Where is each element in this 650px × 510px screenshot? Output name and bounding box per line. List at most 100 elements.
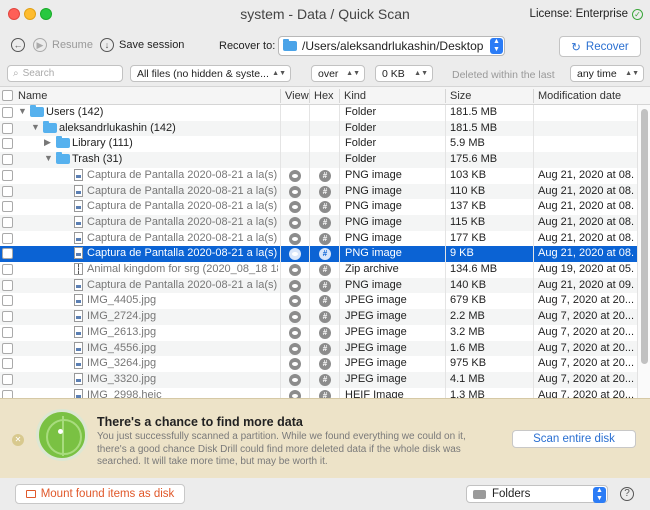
- hex-view-icon[interactable]: #: [319, 248, 331, 261]
- table-row[interactable]: # IMG_2613.jpg JPEG image 3.2 MB Aug 7, 2020…: [0, 325, 637, 341]
- license-status[interactable]: License: Enterprise ✓: [530, 8, 643, 20]
- mount-as-disk-button[interactable]: Mount found items as disk: [15, 484, 185, 504]
- save-session-button[interactable]: ↓ Save session: [100, 38, 184, 52]
- row-checkbox[interactable]: [2, 311, 13, 323]
- row-checkbox[interactable]: [2, 232, 13, 244]
- close-icon[interactable]: ✕: [12, 434, 24, 446]
- size-value-select[interactable]: 0 KB ▲▼: [375, 65, 433, 82]
- hex-view-icon[interactable]: #: [319, 389, 331, 398]
- row-checkbox[interactable]: [2, 122, 13, 134]
- scrollbar-thumb[interactable]: [641, 109, 648, 364]
- hex-view-icon[interactable]: #: [319, 185, 331, 198]
- image-file-icon: [74, 278, 83, 291]
- back-button[interactable]: ←: [11, 38, 25, 52]
- hex-view-icon[interactable]: #: [319, 279, 331, 292]
- recover-path-select[interactable]: /Users/aleksandrlukashin/Desktop ▲ ▼: [278, 36, 505, 56]
- select-all-checkbox[interactable]: [2, 90, 13, 101]
- hex-view-icon[interactable]: #: [319, 295, 331, 308]
- table-row[interactable]: # Captura de Pantalla 2020-08-21 a la(s).…: [0, 183, 637, 200]
- disclosure-expanded-icon[interactable]: ▼: [18, 106, 27, 116]
- table-row[interactable]: # IMG_4405.jpg JPEG image 679 KB Aug 7, 2020…: [0, 293, 637, 309]
- table-row[interactable]: ▼ aleksandrlukashin (142) Folder 181.5 MB: [0, 120, 637, 137]
- column-modification-date[interactable]: Modification date: [538, 90, 621, 102]
- row-checkbox[interactable]: [2, 295, 13, 307]
- preview-eye-icon[interactable]: [289, 264, 301, 276]
- hex-view-icon[interactable]: #: [319, 326, 331, 339]
- column-kind[interactable]: Kind: [344, 90, 366, 102]
- hex-view-icon[interactable]: #: [319, 216, 331, 229]
- preview-eye-icon[interactable]: [289, 216, 301, 229]
- table-row[interactable]: # IMG_2724.jpg JPEG image 2.2 MB Aug 7, 2020…: [0, 309, 637, 325]
- disclosure-expanded-icon[interactable]: ▼: [44, 153, 53, 163]
- search-input[interactable]: ⌕ Search: [7, 65, 123, 82]
- time-range-select[interactable]: any time ▲▼: [570, 65, 644, 82]
- row-checkbox[interactable]: [2, 201, 13, 213]
- preview-eye-icon[interactable]: [289, 248, 301, 261]
- preview-eye-icon[interactable]: [289, 311, 301, 324]
- hex-view-icon[interactable]: #: [319, 342, 331, 355]
- file-kind: PNG image: [345, 231, 402, 244]
- table-row[interactable]: # IMG_4556.jpg JPEG image 1.6 MB Aug 7, 2020…: [0, 340, 637, 357]
- row-checkbox[interactable]: [2, 185, 13, 197]
- preview-eye-icon[interactable]: [289, 326, 301, 339]
- preview-eye-icon[interactable]: [289, 169, 301, 182]
- hex-view-icon[interactable]: #: [319, 358, 331, 371]
- resume-button[interactable]: ▶ Resume: [33, 38, 93, 52]
- table-row[interactable]: ▼ Users (142) Folder 181.5 MB: [0, 105, 637, 121]
- preview-eye-icon[interactable]: [289, 342, 301, 355]
- hex-view-icon[interactable]: #: [319, 264, 331, 276]
- table-row[interactable]: # Captura de Pantalla 2020-08-21 a la(s).…: [0, 231, 637, 247]
- table-row[interactable]: # IMG_2998.heic HEIF Image 1.3 MB Aug 7, 202…: [0, 388, 637, 398]
- scan-entire-disk-button[interactable]: Scan entire disk: [512, 430, 636, 448]
- row-checkbox[interactable]: [2, 154, 13, 166]
- preview-eye-icon[interactable]: [289, 201, 301, 214]
- hex-view-icon[interactable]: #: [319, 232, 331, 245]
- preview-eye-icon[interactable]: [289, 373, 301, 386]
- row-checkbox[interactable]: [2, 389, 13, 398]
- recover-button[interactable]: ↻ Recover: [559, 36, 641, 57]
- row-checkbox[interactable]: [2, 264, 13, 275]
- preview-eye-icon[interactable]: [289, 389, 301, 398]
- table-row[interactable]: # Captura de Pantalla 2020-08-21 a la(s).…: [0, 246, 637, 262]
- help-button[interactable]: ?: [620, 487, 634, 501]
- table-row[interactable]: # IMG_3264.jpg JPEG image 975 KB Aug 7, 2020…: [0, 356, 637, 372]
- table-row[interactable]: ▶ Library (111) Folder 5.9 MB: [0, 136, 637, 152]
- preview-eye-icon[interactable]: [289, 185, 301, 198]
- row-checkbox[interactable]: [2, 138, 13, 150]
- row-checkbox[interactable]: [2, 169, 13, 181]
- column-name[interactable]: Name: [18, 90, 47, 102]
- preview-eye-icon[interactable]: [289, 358, 301, 371]
- preview-eye-icon[interactable]: [289, 279, 301, 292]
- table-row[interactable]: # Captura de Pantalla 2020-08-21 a la(s).…: [0, 168, 637, 184]
- row-checkbox[interactable]: [2, 248, 13, 260]
- view-mode-select[interactable]: Folders ▲ ▼: [466, 485, 608, 503]
- hex-view-icon[interactable]: #: [319, 311, 331, 324]
- row-checkbox[interactable]: [2, 216, 13, 228]
- table-row[interactable]: # Captura de Pantalla 2020-08-21 a la(s).…: [0, 214, 637, 231]
- row-checkbox[interactable]: [2, 326, 13, 338]
- table-row[interactable]: # Animal kingdom for srg (2020_08_18 18_.…: [0, 262, 637, 278]
- file-type-filter[interactable]: All files (no hidden & syste... ▲▼: [130, 65, 291, 82]
- row-checkbox[interactable]: [2, 358, 13, 370]
- column-hex[interactable]: Hex: [314, 90, 334, 102]
- disclosure-collapsed-icon[interactable]: ▶: [44, 137, 51, 148]
- table-row[interactable]: # Captura de Pantalla 2020-08-21 a la(s).…: [0, 277, 637, 294]
- row-checkbox[interactable]: [2, 279, 13, 291]
- row-checkbox[interactable]: [2, 107, 13, 118]
- size-operator-select[interactable]: over ▲▼: [311, 65, 365, 82]
- preview-eye-icon[interactable]: [289, 232, 301, 245]
- hex-view-icon[interactable]: #: [319, 169, 331, 182]
- vertical-scrollbar[interactable]: [637, 105, 650, 398]
- column-view[interactable]: View: [285, 90, 309, 102]
- hex-view-icon[interactable]: #: [319, 201, 331, 214]
- column-size[interactable]: Size: [450, 90, 471, 102]
- modification-date: Aug 7, 2020 at 20...: [538, 294, 635, 307]
- table-row[interactable]: # Captura de Pantalla 2020-08-21 a la(s).…: [0, 199, 637, 215]
- disclosure-expanded-icon[interactable]: ▼: [31, 122, 40, 132]
- preview-eye-icon[interactable]: [289, 295, 301, 308]
- row-checkbox[interactable]: [2, 342, 13, 354]
- row-checkbox[interactable]: [2, 373, 13, 385]
- table-row[interactable]: # IMG_3320.jpg JPEG image 4.1 MB Aug 7, 2020…: [0, 371, 637, 388]
- hex-view-icon[interactable]: #: [319, 373, 331, 386]
- table-row[interactable]: ▼ Trash (31) Folder 175.6 MB: [0, 152, 637, 168]
